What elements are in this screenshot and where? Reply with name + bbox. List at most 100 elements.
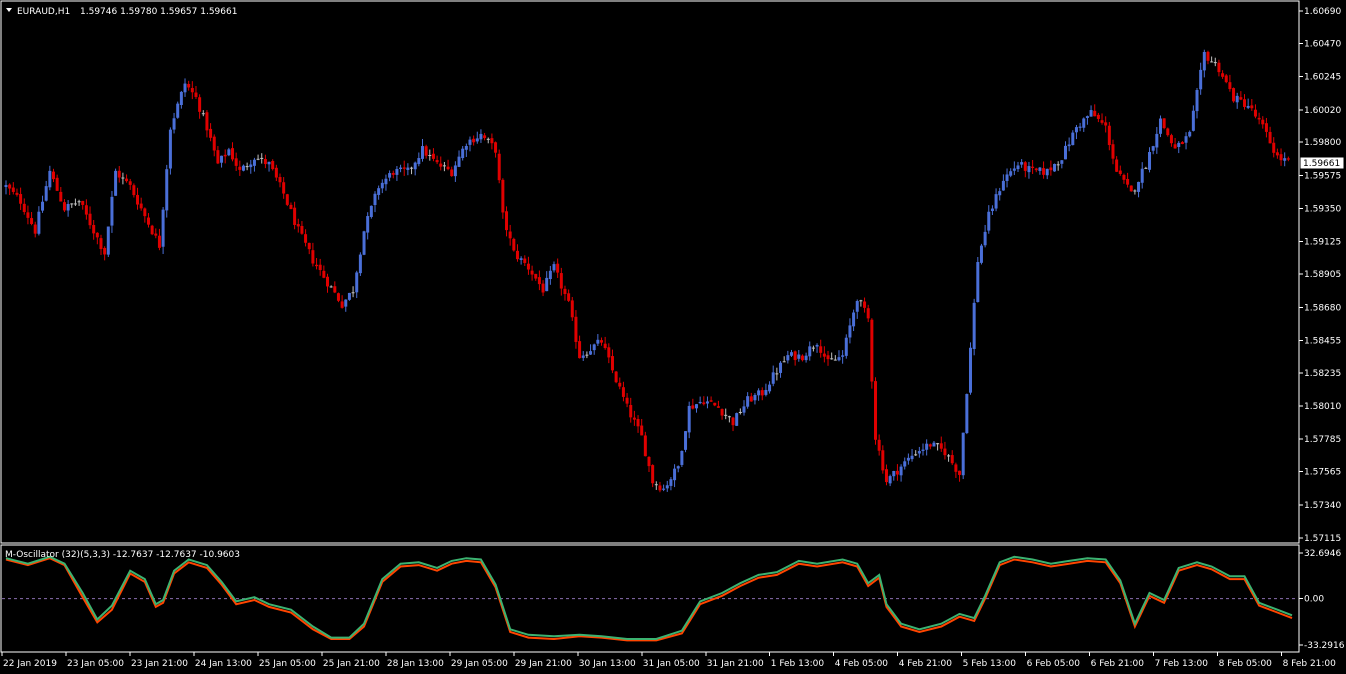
candle-body — [11, 187, 15, 192]
time-tick-label: 22 Jan 2019 — [3, 659, 57, 669]
candle-body — [621, 387, 625, 397]
candle-body — [55, 177, 59, 191]
time-tick-label: 25 Jan 21:00 — [323, 659, 380, 669]
candle-body — [1078, 126, 1082, 128]
candle-body — [453, 165, 457, 177]
candle-body — [472, 138, 476, 143]
candle-body — [1257, 117, 1261, 120]
candle-body — [1286, 158, 1290, 160]
candle-body — [216, 150, 220, 164]
candle-body — [665, 485, 669, 489]
candle-body — [830, 358, 834, 360]
symbol-label: EURAUD,H1 — [17, 7, 70, 17]
candle-body — [1005, 174, 1009, 181]
candle-body — [567, 293, 571, 301]
candle-body — [548, 270, 552, 280]
candle-body — [252, 159, 256, 166]
candle-body — [523, 258, 527, 263]
candle-body — [490, 138, 494, 144]
candle-body — [888, 476, 892, 484]
candle-body — [640, 425, 644, 436]
candle-body — [797, 354, 801, 359]
candle-body — [26, 212, 30, 218]
symbol-header[interactable]: EURAUD,H1 1.59746 1.59780 1.59657 1.5966… — [6, 7, 237, 17]
candle-body — [475, 138, 479, 142]
candle-body — [1012, 168, 1016, 171]
candle-body — [786, 355, 790, 361]
candle-body — [545, 277, 549, 292]
time-tick-label: 23 Jan 05:00 — [67, 659, 124, 669]
price-tick-label: 1.57115 — [1304, 534, 1341, 544]
price-tick-label: 1.59350 — [1304, 205, 1341, 215]
candle-body — [176, 103, 180, 118]
candle-body — [1253, 109, 1257, 117]
candle-body — [1246, 105, 1250, 108]
candle-body — [804, 355, 808, 361]
candle-body — [1195, 90, 1199, 112]
price-tick-label: 1.58905 — [1304, 270, 1341, 280]
candle-body — [431, 153, 435, 159]
candle-body — [903, 461, 907, 467]
candle-body — [534, 273, 538, 279]
candle-body — [917, 451, 921, 454]
candle-body — [658, 485, 662, 491]
candle-body — [435, 160, 439, 163]
candle-body — [420, 146, 424, 159]
time-tick-label: 29 Jan 21:00 — [515, 659, 572, 669]
candle-body — [51, 171, 55, 180]
candle-body — [1027, 166, 1031, 173]
candle-body — [1067, 144, 1071, 147]
candle-body — [15, 192, 19, 195]
candle-body — [760, 390, 764, 396]
candle-body — [1206, 51, 1210, 61]
candle-body — [1261, 119, 1265, 125]
candle-body — [651, 465, 655, 484]
candle-body — [1169, 135, 1173, 144]
candle-body — [457, 156, 461, 167]
candle-body — [410, 167, 414, 169]
candle-body — [1045, 168, 1049, 176]
candle-body — [1275, 152, 1279, 156]
candle-body — [1118, 170, 1122, 174]
candle-body — [833, 359, 837, 361]
chart-window: 1.60690 1.60470 1.60245 1.60020 1.59800 1.595… — [0, 0, 1346, 674]
candle-body — [1268, 131, 1272, 144]
candle-body — [1202, 51, 1206, 71]
candle-body — [81, 200, 85, 205]
candle-body — [928, 444, 932, 447]
candle-body — [779, 362, 783, 373]
candle-body — [1217, 62, 1221, 73]
candle-body — [136, 194, 140, 205]
time-tick-label: 30 Jan 13:00 — [579, 659, 636, 669]
candle-body — [1199, 69, 1203, 90]
candle-body — [936, 443, 940, 445]
candle-body — [187, 84, 191, 88]
candle-body — [716, 406, 720, 408]
candle-body — [508, 231, 512, 239]
candle-body — [574, 316, 578, 342]
candle-body — [950, 455, 954, 464]
candle-body — [1243, 99, 1247, 107]
candle-body — [585, 354, 589, 356]
candle-body — [1063, 145, 1067, 160]
candle-body — [914, 454, 918, 456]
candle-body — [1122, 174, 1126, 180]
candle-body — [541, 283, 545, 293]
candle-body — [289, 204, 293, 210]
candle-body — [157, 235, 161, 248]
candle-body — [1221, 73, 1225, 77]
time-tick-label: 31 Jan 05:00 — [643, 659, 700, 669]
candle-body — [694, 404, 698, 409]
candle-body — [848, 325, 852, 338]
candle-body — [446, 166, 450, 170]
candle-body — [954, 464, 958, 472]
candle-body — [179, 91, 183, 106]
price-tick-label: 1.59125 — [1304, 238, 1341, 248]
candle-body — [676, 466, 680, 469]
time-tick-label: 25 Jan 05:00 — [259, 659, 316, 669]
candle-body — [1129, 185, 1133, 192]
candle-body — [811, 347, 815, 349]
candle-body — [943, 448, 947, 456]
candle-body — [92, 224, 96, 234]
candle-body — [768, 384, 772, 392]
